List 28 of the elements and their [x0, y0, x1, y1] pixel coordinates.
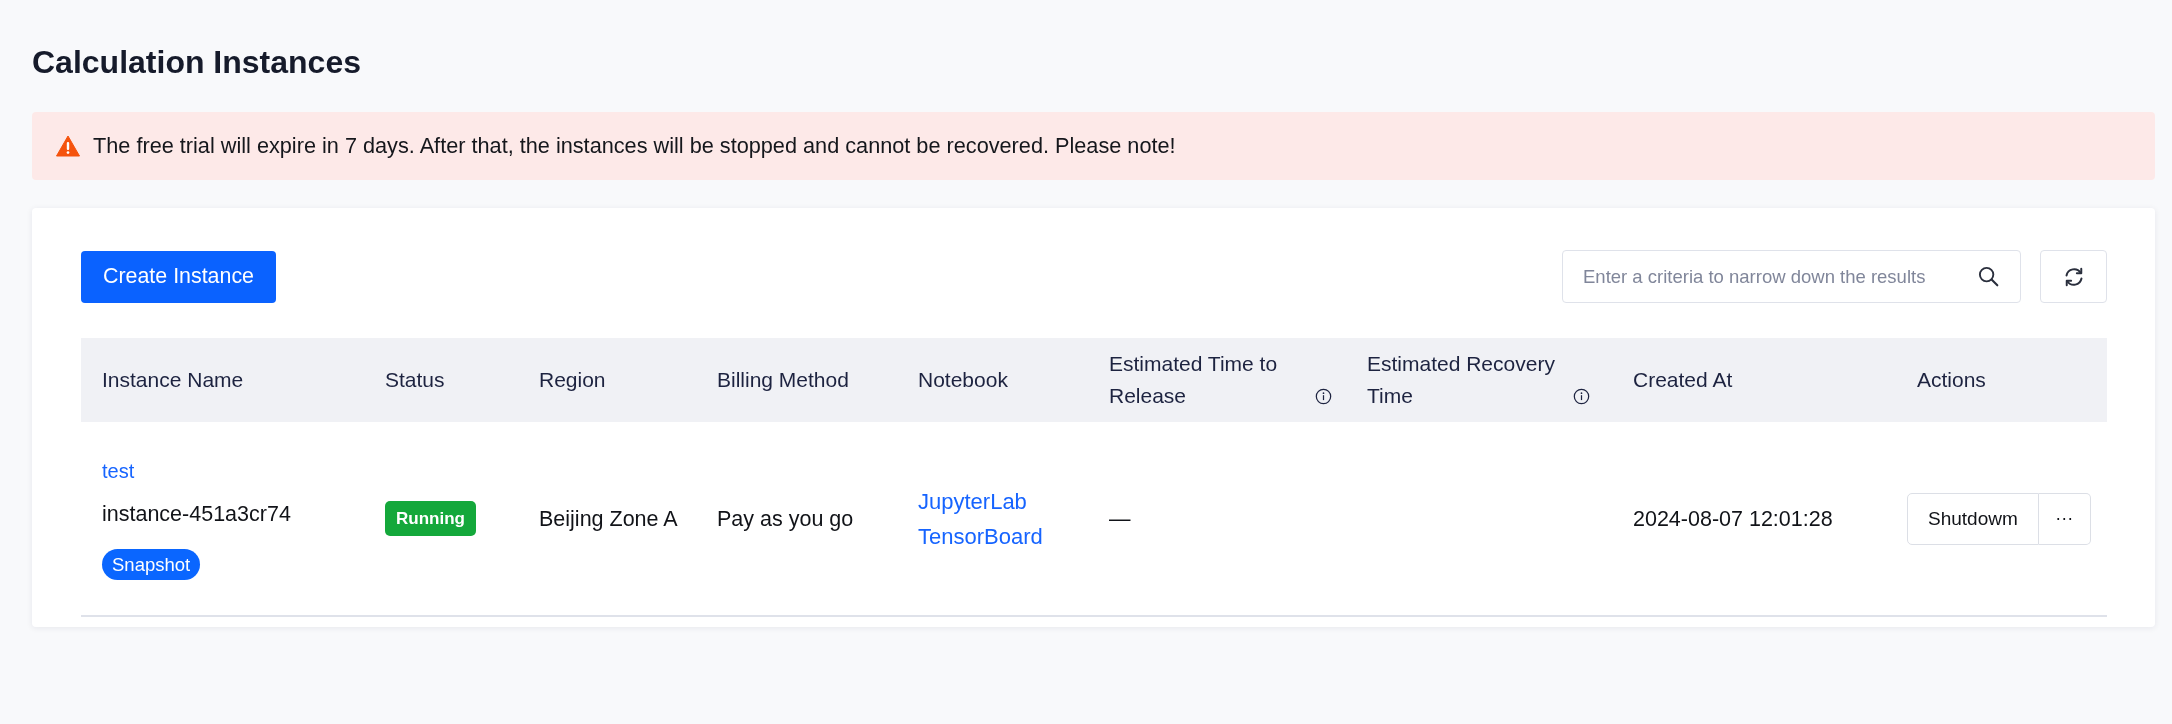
created-at-cell: 2024-08-07 12:01:28	[1633, 505, 1833, 532]
column-header: Instance Name	[102, 367, 244, 393]
column-header: Region	[539, 367, 606, 393]
column-header: Actions	[1917, 367, 1986, 393]
column-header: Status	[385, 367, 445, 393]
notebook-link[interactable]: TensorBoard	[918, 518, 1043, 554]
column-header: Estimated Recovery Time	[1367, 351, 1556, 409]
warning-icon	[56, 135, 80, 157]
shutdown-button[interactable]: Shutdowm	[1907, 492, 2039, 545]
instance-name: instance-451a3cr74	[102, 500, 291, 527]
region-cell: Beijing Zone A	[539, 505, 678, 532]
column-header: Billing Method	[717, 367, 849, 393]
snapshot-tag: Snapshot	[102, 548, 201, 580]
more-button[interactable]: ···	[2038, 492, 2091, 545]
create-instance-button[interactable]: Create Instance	[81, 250, 276, 303]
billing-method-cell: Pay as you go	[717, 505, 854, 532]
column-header: Notebook	[918, 367, 1008, 393]
page-title: Calculation Instances	[32, 43, 362, 82]
refresh-button[interactable]	[2040, 250, 2107, 303]
search-field[interactable]: Enter a criteria to narrow down the results	[1562, 250, 2021, 303]
alert-message: The free trial will expire in 7 days. After that, the instances will be stopped and cannot be recovered. Please note!	[93, 133, 1176, 159]
notebook-link[interactable]: JupyterLab	[918, 483, 1027, 519]
status-badge: Running	[385, 501, 476, 536]
instance-link[interactable]: test	[102, 457, 135, 484]
column-header: Created At	[1633, 367, 1733, 393]
column-header: Estimated Time to Release	[1109, 351, 1279, 409]
release-time-cell: —	[1109, 505, 1131, 532]
search-icon[interactable]	[1978, 266, 1999, 287]
